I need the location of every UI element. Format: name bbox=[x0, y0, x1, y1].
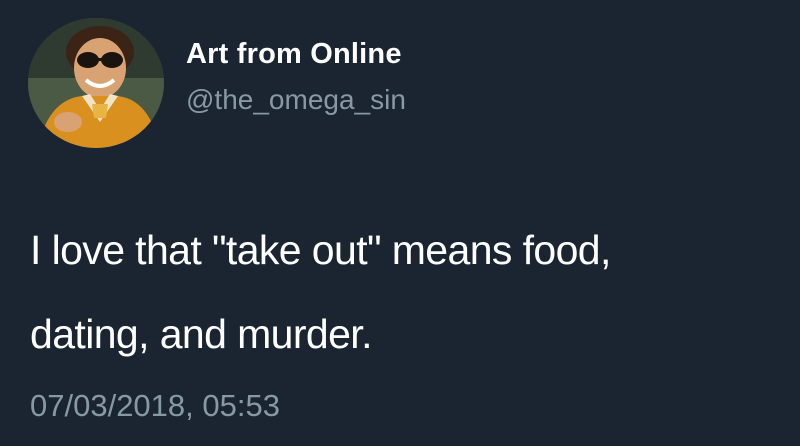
tweet-card: Art from Online @the_omega_sin I love th… bbox=[0, 0, 800, 446]
tweet-text-line: dating, and murder. bbox=[30, 311, 372, 357]
profile-photo-icon bbox=[28, 18, 164, 148]
display-name[interactable]: Art from Online bbox=[186, 38, 402, 71]
tweet-timestamp[interactable]: 07/03/2018, 05:53 bbox=[30, 388, 280, 424]
tweet-text-line: I love that "take out" means food, bbox=[30, 227, 611, 273]
user-handle[interactable]: @the_omega_sin bbox=[186, 84, 406, 116]
avatar[interactable] bbox=[28, 18, 164, 148]
tweet-text: I love that "take out" means food, datin… bbox=[30, 208, 790, 376]
